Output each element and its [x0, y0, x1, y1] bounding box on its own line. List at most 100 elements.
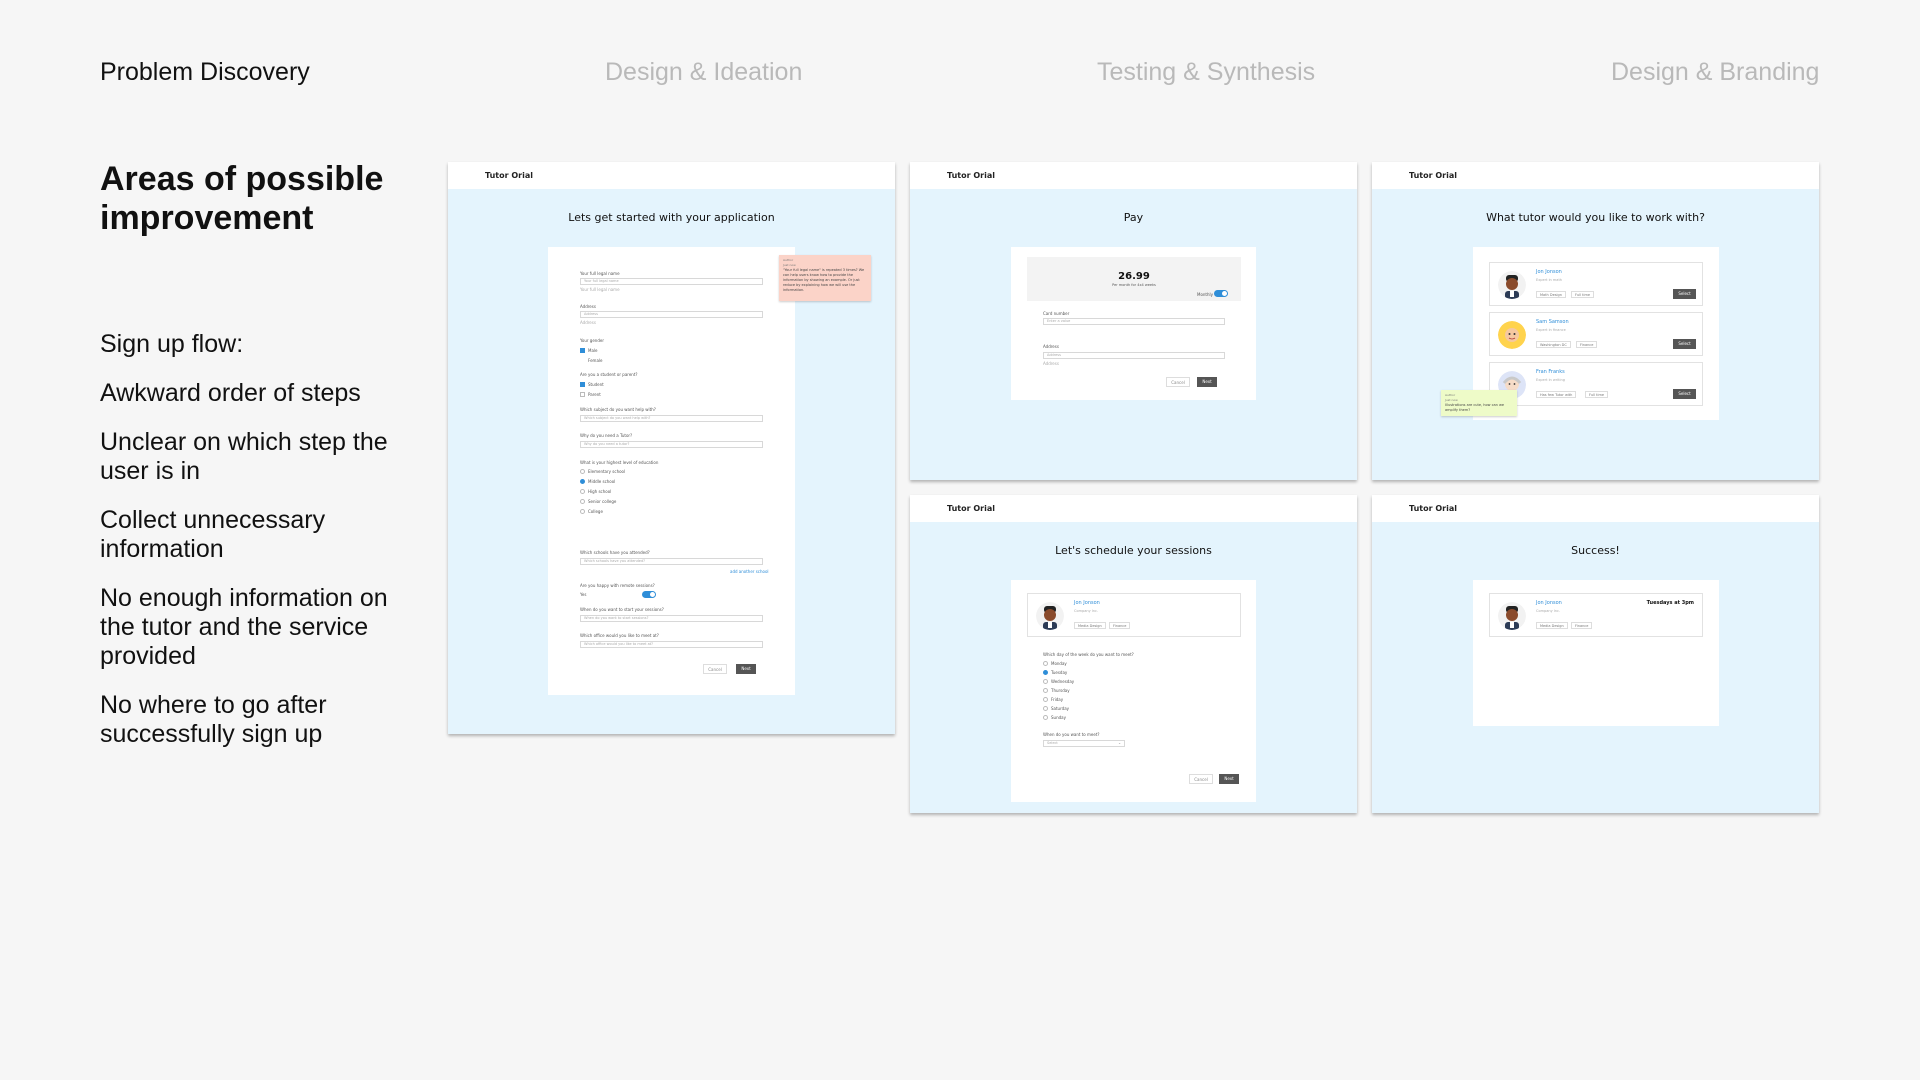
next-button[interactable]: Next	[1197, 377, 1217, 387]
address-input[interactable]: Address	[580, 311, 763, 318]
option-label: High school	[588, 489, 612, 494]
tutor-tag: Media Design	[1074, 622, 1106, 629]
screen-schedule: Tutor Orial Let's schedule your sessions…	[910, 495, 1357, 813]
edu-radio[interactable]	[580, 489, 585, 494]
day-radio[interactable]	[1043, 661, 1048, 666]
option-label: Friday	[1051, 697, 1064, 702]
status-checkbox-student[interactable]	[580, 382, 585, 387]
option-label: Tuesday	[1051, 670, 1068, 675]
tutor-avatar	[1498, 602, 1526, 630]
tutor-card[interactable]: Sam Samson Expert in finance Washington …	[1489, 312, 1703, 356]
field-label: Card number	[1043, 311, 1070, 316]
next-button[interactable]: Next	[736, 664, 756, 674]
remote-toggle[interactable]	[642, 591, 656, 598]
app-name: Tutor Orial	[448, 162, 895, 189]
start-input[interactable]: When do you want to start sessions?	[580, 615, 763, 622]
option-label: Thursday	[1051, 688, 1070, 693]
status-checkbox-parent[interactable]	[580, 392, 585, 397]
nav-design-ideation[interactable]: Design & Ideation	[605, 58, 802, 87]
comment-text: Illustrations are cute, how can we ampli…	[1445, 403, 1505, 412]
tutor-card[interactable]: Fran Franks Expert in writing Has few Tu…	[1489, 362, 1703, 406]
tutor-name: Jon Jonson	[1536, 600, 1562, 606]
field-hint: Address	[1043, 361, 1059, 366]
option-label: Elementary school	[588, 469, 626, 474]
field-label: Which office would you like to meet at?	[580, 633, 659, 638]
cancel-button[interactable]: Cancel	[1189, 774, 1213, 784]
screen-heading: Pay	[1123, 211, 1144, 224]
tutor-subtitle: Company Inc.	[1074, 609, 1099, 613]
tutor-subtitle: Company Inc.	[1536, 609, 1561, 613]
field-label: Are you happy with remote sessions?	[580, 583, 655, 588]
app-name: Tutor Orial	[910, 162, 1357, 189]
name-input[interactable]: Your full legal name	[580, 278, 763, 285]
add-school-link[interactable]: add another school	[730, 569, 769, 574]
issue-list: Sign up flow: Awkward order of steps Unc…	[100, 330, 420, 769]
edu-radio[interactable]	[580, 479, 585, 484]
field-label: Address	[1043, 344, 1059, 349]
office-input[interactable]: Which office would you like to meet at?	[580, 641, 763, 648]
monthly-toggle[interactable]	[1214, 290, 1228, 297]
tutor-card: Jon Jonson Company Inc. Media Design Fin…	[1489, 593, 1703, 637]
tutor-avatar	[1036, 602, 1064, 630]
edu-radio[interactable]	[580, 499, 585, 504]
edu-radio[interactable]	[580, 509, 585, 514]
screen-choose-tutor: Tutor Orial What tutor would you like to…	[1372, 162, 1819, 480]
cancel-button[interactable]: Cancel	[703, 664, 727, 674]
day-radio[interactable]	[1043, 688, 1048, 693]
tutor-name[interactable]: Sam Samson	[1536, 319, 1569, 325]
select-tutor-button[interactable]: Select	[1673, 389, 1696, 399]
review-comment: Author Just now "Your full legal name" i…	[779, 255, 871, 301]
address-input[interactable]: Address	[1043, 352, 1225, 359]
nav-problem-discovery[interactable]: Problem Discovery	[100, 58, 310, 87]
nav-design-branding[interactable]: Design & Branding	[1611, 58, 1819, 87]
subject-input[interactable]: Which subject do you want help with?	[580, 415, 763, 422]
screen-heading: Let's schedule your sessions	[1055, 544, 1212, 557]
monthly-label: Monthly	[1197, 292, 1214, 297]
select-tutor-button[interactable]: Select	[1673, 289, 1696, 299]
day-radio[interactable]	[1043, 679, 1048, 684]
time-select-value: Select	[1047, 741, 1058, 745]
schools-input[interactable]: Which schools have you attended?	[580, 558, 763, 565]
page-title: Areas of possible improvement	[100, 160, 384, 237]
card-number-input[interactable]: Enter a value	[1043, 318, 1225, 325]
tutor-name[interactable]: Fran Franks	[1536, 369, 1565, 375]
field-label: What is your highest level of education	[580, 460, 659, 465]
edu-radio[interactable]	[580, 469, 585, 474]
next-button[interactable]: Next	[1219, 774, 1239, 784]
comment-text: "Your full legal name" is repeated 3 tim…	[783, 268, 865, 292]
select-tutor-button[interactable]: Select	[1673, 339, 1696, 349]
tutor-name[interactable]: Jon Jonson	[1536, 269, 1562, 275]
day-radio[interactable]	[1043, 706, 1048, 711]
pay-panel: 26.99 Per month for 4x4 weeks Monthly Ca…	[1011, 247, 1256, 400]
option-label: Parent	[588, 392, 601, 397]
app-name: Tutor Orial	[1372, 162, 1819, 189]
field-label: Your gender	[580, 338, 604, 343]
chevron-down-icon: ⌄	[1118, 741, 1121, 745]
gender-checkbox-male[interactable]	[580, 348, 585, 353]
cancel-button[interactable]: Cancel	[1166, 377, 1190, 387]
issue-item: Collect unnecessary information	[100, 506, 326, 563]
tutor-avatar	[1498, 271, 1526, 299]
day-radio[interactable]	[1043, 715, 1048, 720]
day-radio[interactable]	[1043, 670, 1048, 675]
issue-item: No enough information on the tutor and t…	[100, 584, 388, 670]
tutor-card: Jon Jonson Company Inc. Media Design Fin…	[1027, 593, 1241, 637]
tutor-avatar	[1498, 321, 1526, 349]
nav-testing-synthesis[interactable]: Testing & Synthesis	[1097, 58, 1315, 87]
time-select[interactable]: Select ⌄	[1043, 740, 1125, 747]
issue-item: Awkward order of steps	[100, 379, 361, 407]
why-input[interactable]: Why do you need a tutor?	[580, 441, 763, 448]
field-hint: Your full legal name	[580, 287, 620, 292]
field-label: Which subject do you want help with?	[580, 407, 656, 412]
form-panel: Your full legal name Your full legal nam…	[548, 247, 795, 695]
app-name: Tutor Orial	[1372, 495, 1819, 522]
schedule-panel: Jon Jonson Company Inc. Media Design Fin…	[1011, 580, 1256, 802]
price-value: 26.99	[1118, 271, 1150, 282]
option-label: Male	[588, 348, 598, 353]
tutor-card[interactable]: Jon Jonson Expert in math Math Design Fu…	[1489, 262, 1703, 306]
day-radio[interactable]	[1043, 697, 1048, 702]
session-time: Tuesdays at 3pm	[1646, 600, 1694, 606]
option-label: Sunday	[1051, 715, 1066, 720]
tutor-subtitle: Expert in math	[1536, 278, 1563, 282]
field-label: When do you want to start your sessions?	[580, 607, 664, 612]
